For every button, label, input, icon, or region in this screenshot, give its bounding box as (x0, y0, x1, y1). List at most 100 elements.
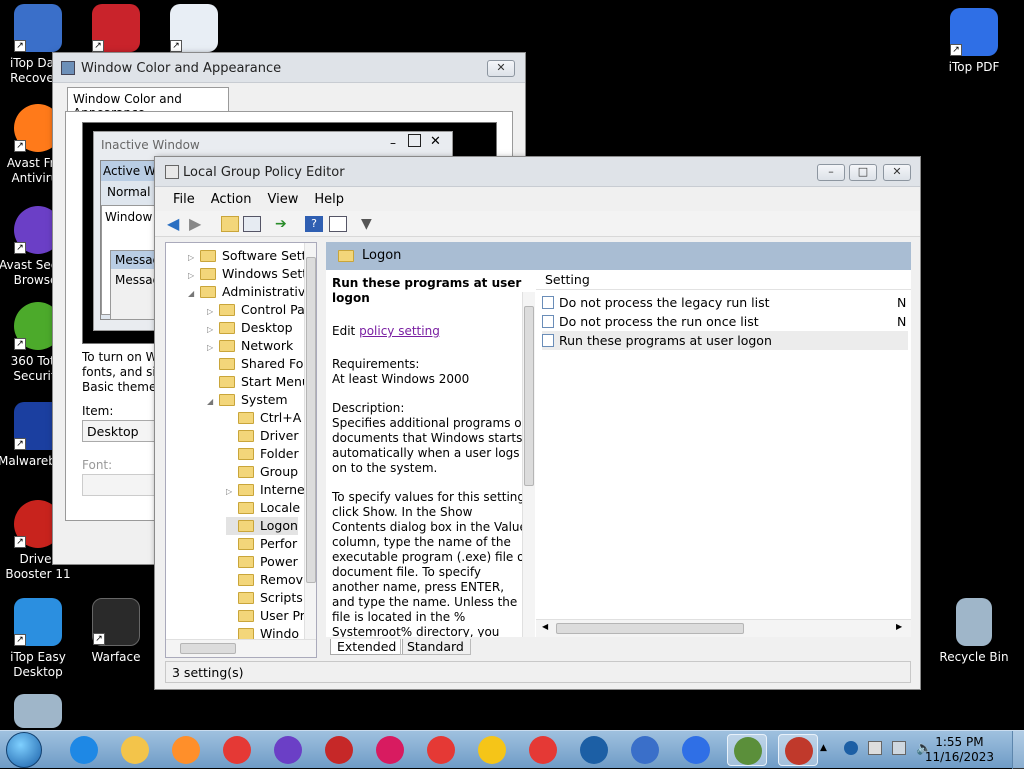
show-desktop-button[interactable] (1012, 731, 1024, 769)
close-button[interactable]: ✕ (883, 164, 911, 181)
tree-item[interactable]: Group (226, 463, 298, 481)
tree-item[interactable]: Scripts (226, 589, 303, 607)
minimize-button[interactable]: – (817, 164, 845, 181)
tree-horizontal-scrollbar[interactable] (166, 639, 316, 657)
action-center-icon[interactable] (868, 741, 882, 755)
network-icon[interactable] (892, 741, 906, 755)
taskbar-app-avast-secure-browser[interactable] (268, 734, 308, 766)
taskbar-app-toolbox[interactable] (778, 734, 818, 766)
forward-arrow-icon[interactable]: ▶ (189, 216, 207, 232)
taskbar-app-yandex[interactable] (421, 734, 461, 766)
expanded-arrow-icon[interactable]: ◢ (188, 285, 200, 303)
tree-scroll-thumb[interactable] (306, 257, 316, 583)
tab-standard[interactable]: Standard (400, 639, 471, 655)
tree-item[interactable]: ◢ Administrativ (188, 283, 305, 301)
ccleaner-tray-icon[interactable] (844, 741, 858, 755)
policy-setting-icon (542, 296, 554, 309)
itop-screen-recorder-icon (376, 736, 404, 764)
desktop-icon-itop-easy-desktop[interactable]: ↗ iTop Easy Desktop (0, 598, 78, 680)
tree-item[interactable]: Folder (226, 445, 299, 463)
show-hide-tree-icon[interactable] (243, 216, 261, 232)
desktop-icon-game[interactable]: ↗ (154, 4, 234, 56)
menu-file[interactable]: File (165, 192, 203, 207)
scroll-right-arrow-icon[interactable]: ▶ (896, 622, 902, 631)
tree-item[interactable]: Start Menu (207, 373, 310, 391)
tree-item[interactable]: ▷ Network (207, 337, 293, 355)
help-icon[interactable]: ? (305, 216, 323, 232)
tree-item[interactable]: Driver (226, 427, 298, 445)
media-player-icon (172, 736, 200, 764)
policy-setting-link[interactable]: policy setting (359, 324, 440, 338)
show-hidden-icons-icon[interactable]: ▲ (820, 743, 827, 753)
taskbar-app-game[interactable] (472, 734, 512, 766)
tree-hscroll-thumb[interactable] (180, 643, 236, 654)
setting-column-header[interactable]: Setting (536, 270, 911, 290)
description-scrollbar[interactable] (522, 292, 535, 637)
menu-help[interactable]: Help (306, 192, 352, 207)
appearance-tab[interactable]: Window Color and Appearance (67, 87, 229, 120)
filter-icon[interactable]: ▼ (361, 216, 379, 232)
itop-data-recovery-icon (631, 736, 659, 764)
desktop-icon-recycle-bin[interactable]: Recycle Bin (934, 598, 1014, 665)
desktop-icon-recycle-small[interactable] (0, 694, 78, 732)
clock[interactable]: 1:55 PM 11/16/2023 (925, 735, 994, 765)
tree-item[interactable]: Shared Fol (207, 355, 307, 373)
properties-icon[interactable] (329, 216, 347, 232)
menu-normal: Normal (107, 185, 151, 199)
clock-date: 11/16/2023 (924, 750, 994, 764)
taskbar-app-windows-explorer[interactable] (115, 734, 155, 766)
tree-item-label: Group (260, 464, 299, 479)
taskbar-app-yandex-browser[interactable] (523, 734, 563, 766)
tree-item[interactable]: ▷ Desktop (207, 319, 293, 337)
tab-extended[interactable]: Extended (330, 639, 404, 655)
menu-view[interactable]: View (259, 192, 306, 207)
expanded-arrow-icon[interactable]: ◢ (207, 393, 219, 411)
start-button[interactable] (6, 732, 42, 768)
up-folder-icon[interactable] (221, 216, 239, 232)
taskbar-app-google-chrome[interactable] (217, 734, 257, 766)
tree-item[interactable]: ▷ Windows Sett (188, 265, 307, 283)
maximize-button[interactable]: □ (849, 164, 877, 181)
taskbar-app-group-policy[interactable] (727, 734, 767, 766)
taskbar-app-internet-explorer[interactable] (64, 734, 104, 766)
setting-row[interactable]: Do not process the run once list N (542, 312, 908, 331)
tree-item[interactable]: User Pr (226, 607, 305, 625)
taskbar-app-itop-data-recovery[interactable] (625, 734, 665, 766)
tree-item[interactable]: ▷ Interne (226, 481, 305, 499)
back-arrow-icon[interactable]: ◀ (167, 216, 185, 232)
setting-state: N (897, 295, 907, 310)
gpedit-titlebar[interactable]: Local Group Policy Editor – □ ✕ (155, 157, 920, 187)
list-hscroll-thumb[interactable] (556, 623, 744, 634)
tree-item[interactable]: ▷ Software Setti (188, 247, 310, 265)
desktop-icon-screen-recorder[interactable]: ↗ (76, 4, 156, 56)
tree-item[interactable]: Logon (226, 517, 298, 535)
setting-state: N (897, 314, 907, 329)
description-scroll-thumb[interactable] (524, 306, 534, 486)
close-button[interactable]: ✕ (487, 60, 515, 77)
policy-setting-icon (542, 334, 554, 347)
tree-item[interactable]: Power (226, 553, 298, 571)
taskbar-app-itop-pdf[interactable] (676, 734, 716, 766)
navigation-tree[interactable]: ▷ Software Setti ▷ Windows Sett ◢ Administrat… (165, 242, 317, 658)
scroll-left-arrow-icon[interactable]: ◀ (542, 622, 548, 631)
folder-icon (238, 430, 254, 442)
tree-item[interactable]: Locale (226, 499, 300, 517)
tree-vertical-scrollbar[interactable] (304, 243, 316, 639)
appearance-titlebar[interactable]: Window Color and Appearance ✕ (53, 53, 525, 83)
taskbar-app-itop-screen-recorder[interactable] (370, 734, 410, 766)
taskbar-app-media-player[interactable] (166, 734, 206, 766)
setting-row[interactable]: Run these programs at user logon (542, 331, 908, 350)
tree-item[interactable]: Remov (226, 571, 303, 589)
desktop-icon-warface[interactable]: ↗ Warface (76, 598, 156, 665)
taskbar-app-ccleaner[interactable] (574, 734, 614, 766)
taskbar-app-driver-booster[interactable] (319, 734, 359, 766)
tree-item[interactable]: ▷ Control Pa (207, 301, 305, 319)
tree-item[interactable]: Perfor (226, 535, 297, 553)
menu-action[interactable]: Action (203, 192, 260, 207)
tree-item[interactable]: ◢ System (207, 391, 288, 409)
export-list-icon[interactable]: ➔ (275, 216, 293, 232)
desktop-icon-itop-pdf[interactable]: ↗ iTop PDF (934, 8, 1014, 75)
tree-item[interactable]: Ctrl+A (226, 409, 301, 427)
setting-row[interactable]: Do not process the legacy run list N (542, 293, 908, 312)
list-horizontal-scrollbar[interactable]: ◀ ▶ (536, 619, 911, 637)
